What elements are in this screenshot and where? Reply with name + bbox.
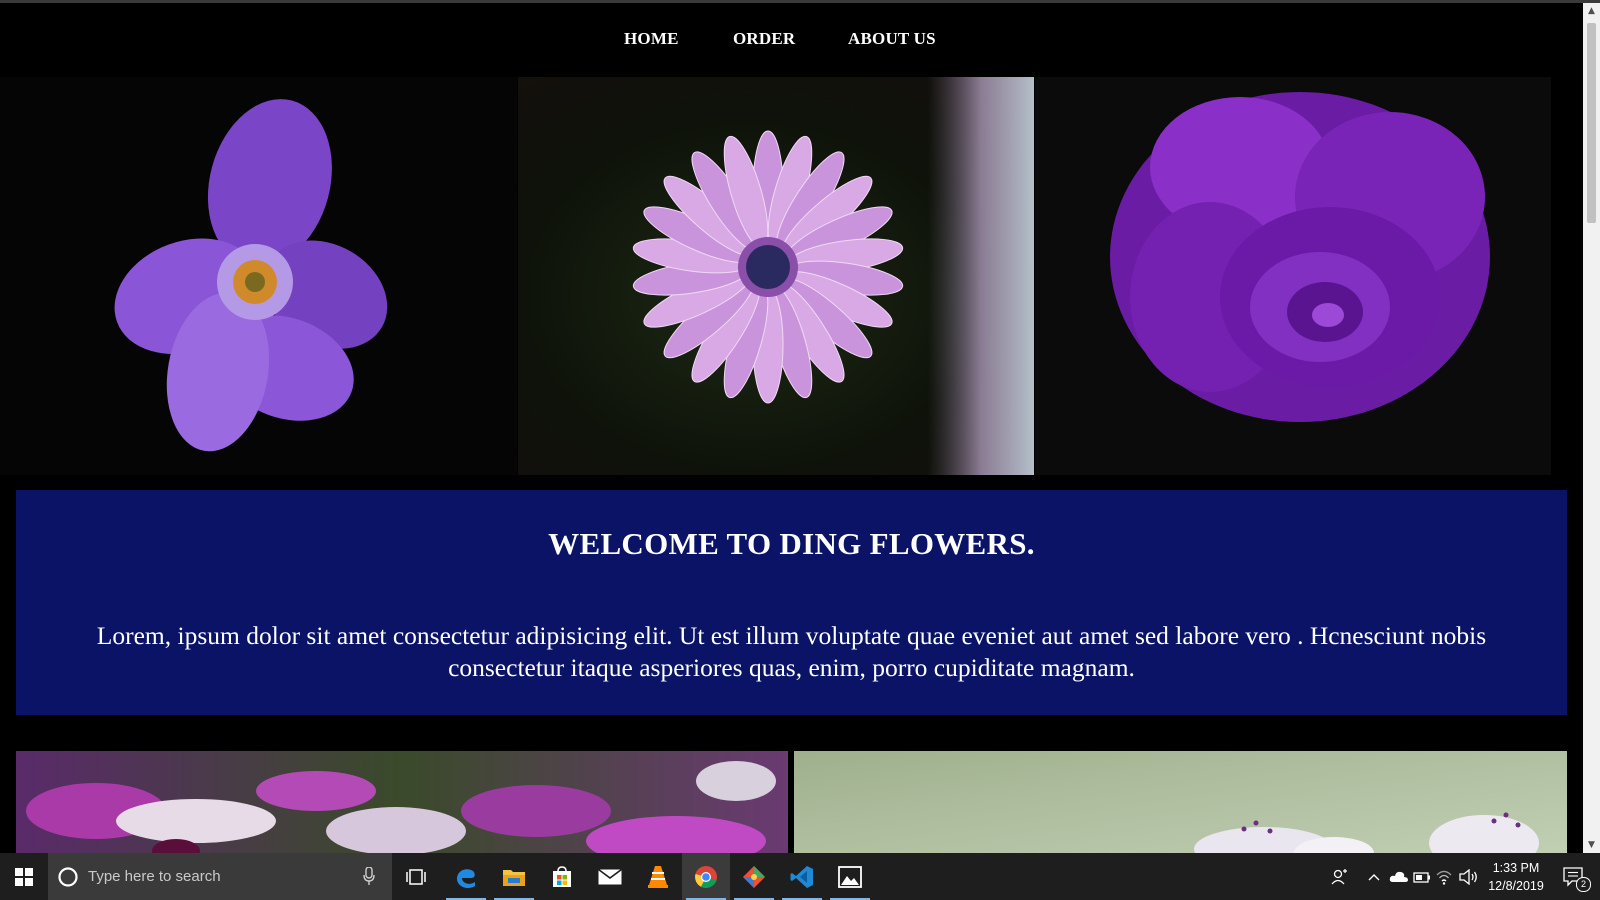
onedrive-tray-button[interactable]	[1388, 853, 1410, 900]
gallery-image-daisy	[518, 77, 1034, 475]
welcome-title: WELCOME TO DING FLOWERS.	[548, 526, 1035, 561]
flower-gallery	[0, 77, 1583, 475]
network-tray-button[interactable]	[1434, 853, 1454, 900]
speaker-icon	[1459, 868, 1477, 885]
vlc-icon	[648, 865, 668, 888]
photos-icon	[838, 865, 862, 888]
people-icon	[1331, 868, 1347, 884]
git-icon	[743, 865, 765, 888]
taskbar-app-file-explorer[interactable]	[490, 853, 538, 900]
folder-icon	[503, 869, 525, 886]
windows-logo-icon	[15, 867, 33, 886]
mail-icon	[598, 868, 622, 884]
taskbar-app-photos[interactable]	[826, 853, 874, 900]
store-icon	[553, 865, 571, 887]
nav-about-link[interactable]: ABOUT US	[848, 29, 936, 49]
scroll-up-icon[interactable]: ▲	[1583, 3, 1600, 19]
task-view-button[interactable]	[392, 853, 440, 900]
search-placeholder: Type here to search	[88, 868, 221, 885]
taskbar-search-box[interactable]: Type here to search	[48, 853, 392, 900]
gallery-image-daisy-cluster	[16, 751, 788, 853]
taskbar-app-chrome[interactable]	[682, 853, 730, 900]
welcome-text: Lorem, ipsum dolor sit amet consectetur …	[96, 621, 1487, 682]
gallery-image-rose	[1035, 77, 1551, 475]
taskbar-app-vlc[interactable]	[634, 853, 682, 900]
windows-taskbar: Type here to search 1:33 PM 12/8/2019 2	[0, 853, 1600, 900]
show-hidden-icons-button[interactable]	[1366, 853, 1382, 900]
vertical-scrollbar[interactable]: ▲ ▼	[1583, 3, 1600, 853]
start-button[interactable]	[0, 853, 48, 900]
clock-time: 1:33 PM	[1492, 861, 1540, 875]
battery-tray-button[interactable]	[1412, 853, 1432, 900]
people-button[interactable]	[1330, 853, 1350, 900]
wifi-icon	[1436, 870, 1452, 885]
taskbar-app-git[interactable]	[730, 853, 778, 900]
scroll-down-icon[interactable]: ▼	[1583, 837, 1600, 853]
taskbar-app-mail[interactable]	[586, 853, 634, 900]
taskbar-app-store[interactable]	[538, 853, 586, 900]
web-page: HOME ORDER ABOUT US WELCOME TO DING FLOW…	[0, 3, 1583, 853]
taskbar-clock[interactable]: 1:33 PM 12/8/2019	[1486, 859, 1546, 895]
task-view-icon	[406, 868, 426, 885]
volume-tray-button[interactable]	[1458, 853, 1480, 900]
edge-icon	[457, 868, 475, 888]
scrollbar-thumb[interactable]	[1587, 23, 1596, 223]
gallery-image-wild-rose	[0, 77, 517, 475]
microphone-icon[interactable]	[363, 867, 375, 886]
taskbar-app-edge[interactable]	[442, 853, 490, 900]
clock-date: 12/8/2019	[1488, 879, 1544, 893]
cloud-sync-icon	[1389, 871, 1408, 882]
nav-home-link[interactable]: HOME	[624, 29, 679, 49]
notification-count-badge: 2	[1576, 877, 1591, 892]
chrome-icon	[695, 865, 717, 888]
vscode-icon	[790, 865, 813, 888]
gallery-image-blossom	[794, 751, 1567, 853]
action-center-button[interactable]: 2	[1556, 853, 1592, 900]
nav-order-link[interactable]: ORDER	[733, 29, 795, 49]
taskbar-app-vscode[interactable]	[778, 853, 826, 900]
welcome-banner: WELCOME TO DING FLOWERS. Lorem, ipsum do…	[16, 490, 1567, 715]
main-nav: HOME ORDER ABOUT US	[0, 3, 1583, 77]
chevron-up-icon	[1368, 873, 1380, 880]
cortana-icon	[58, 867, 78, 887]
battery-icon	[1413, 871, 1430, 883]
